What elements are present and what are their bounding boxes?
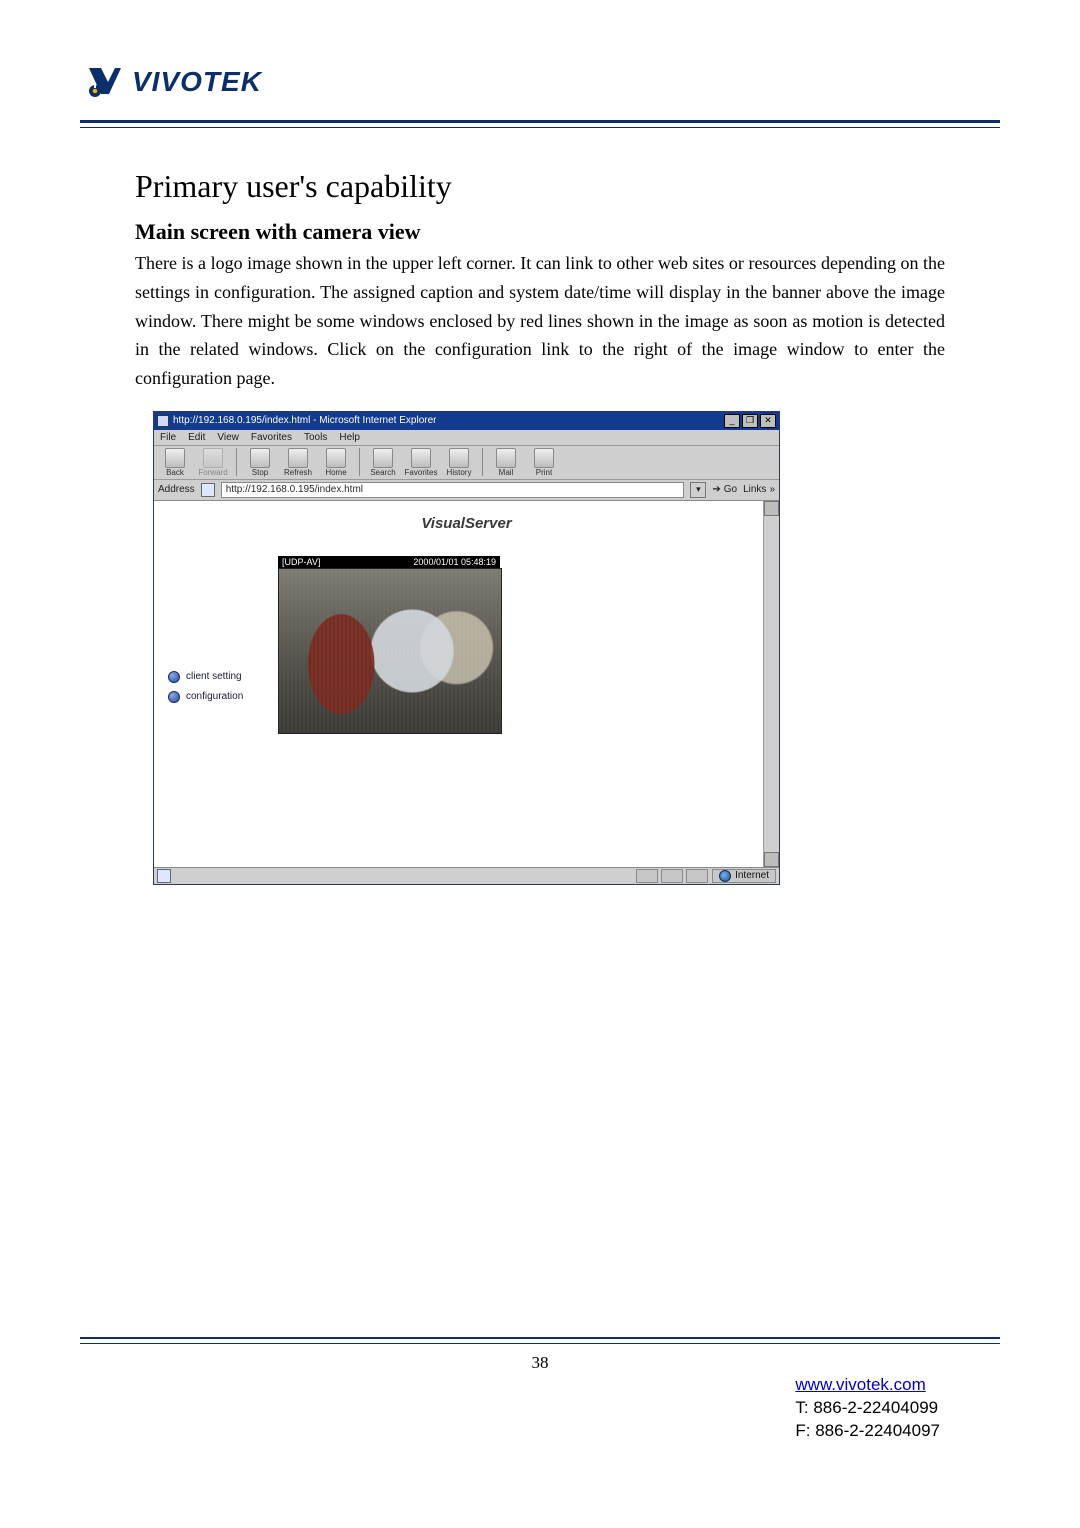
toolbar-home-label: Home <box>325 468 346 477</box>
print-icon <box>534 448 554 468</box>
footer-divider <box>80 1337 1000 1344</box>
footer-contact: www.vivotek.com T: 886-2-22404099 F: 886… <box>795 1374 940 1443</box>
toolbar-search-label: Search <box>370 468 395 477</box>
address-bar: Address ▾ ➔ Go Links » <box>154 480 779 501</box>
camera-timestamp: 2000/01/01 05:48:19 <box>413 557 496 567</box>
status-segments <box>636 869 708 883</box>
toolbar: Back Forward Stop Refresh Home Search Fa… <box>154 445 779 480</box>
toolbar-separator <box>482 448 483 476</box>
window-close-button[interactable]: ✕ <box>760 414 776 428</box>
window-titlebar: http://192.168.0.195/index.html - Micros… <box>154 412 779 430</box>
address-dropdown[interactable]: ▾ <box>690 482 706 498</box>
forward-icon <box>203 448 223 468</box>
toolbar-history-button[interactable]: History <box>442 448 476 477</box>
toolbar-print-label: Print <box>536 468 552 477</box>
status-segment <box>686 869 708 883</box>
scroll-up-button[interactable] <box>764 501 779 516</box>
camera-image <box>278 568 502 734</box>
header-divider <box>80 120 1000 128</box>
toolbar-search-button[interactable]: Search <box>366 448 400 477</box>
status-zone: Internet <box>712 869 776 883</box>
address-label: Address <box>158 484 195 495</box>
toolbar-favorites-button[interactable]: Favorites <box>404 448 438 477</box>
ie-window: http://192.168.0.195/index.html - Micros… <box>153 411 780 885</box>
toolbar-separator <box>359 448 360 476</box>
window-title: http://192.168.0.195/index.html - Micros… <box>173 415 436 426</box>
status-segment <box>661 869 683 883</box>
subsection-title: Main screen with camera view <box>135 219 945 245</box>
menu-view[interactable]: View <box>217 432 239 443</box>
camera-overlay-bar: [UDP-AV] 2000/01/01 05:48:19 <box>278 556 500 568</box>
mail-icon <box>496 448 516 468</box>
brand-logo: VIVOTEK <box>86 64 1000 100</box>
toolbar-stop-button[interactable]: Stop <box>243 448 277 477</box>
menu-file[interactable]: File <box>160 432 176 443</box>
go-label: Go <box>724 484 737 495</box>
page-icon <box>201 483 215 497</box>
toolbar-home-button[interactable]: Home <box>319 448 353 477</box>
home-icon <box>326 448 346 468</box>
sidebar-item-client-setting[interactable]: client setting <box>168 671 243 683</box>
brand-mark-icon <box>86 64 122 100</box>
stop-icon <box>250 448 270 468</box>
footer-fax: F: 886-2-22404097 <box>795 1421 940 1440</box>
toolbar-forward-label: Forward <box>198 468 227 477</box>
globe-icon <box>719 870 731 882</box>
window-maximize-button[interactable]: ❐ <box>742 414 758 428</box>
toolbar-separator <box>236 448 237 476</box>
links-button[interactable]: Links » <box>743 484 775 495</box>
toolbar-back-label: Back <box>166 468 184 477</box>
back-icon <box>165 448 185 468</box>
favorites-icon <box>411 448 431 468</box>
status-segment <box>636 869 658 883</box>
toolbar-stop-label: Stop <box>252 468 268 477</box>
ie-icon <box>157 415 169 427</box>
toolbar-back-button[interactable]: Back <box>158 448 192 477</box>
status-bar: Internet <box>154 867 779 884</box>
toolbar-favorites-label: Favorites <box>405 468 438 477</box>
toolbar-forward-button[interactable]: Forward <box>196 448 230 477</box>
bullet-icon <box>168 671 180 683</box>
search-icon <box>373 448 393 468</box>
embedded-screenshot: http://192.168.0.195/index.html - Micros… <box>153 411 780 885</box>
sidebar-item-label: client setting <box>186 671 242 682</box>
menu-tools[interactable]: Tools <box>304 432 327 443</box>
footer-tel: T: 886-2-22404099 <box>795 1398 938 1417</box>
brand-name: VIVOTEK <box>132 66 262 98</box>
chevron-right-icon: » <box>769 484 775 495</box>
menu-favorites[interactable]: Favorites <box>251 432 292 443</box>
menu-bar: File Edit View Favorites Tools Help <box>154 430 779 445</box>
scroll-down-button[interactable] <box>764 852 779 867</box>
sidebar-item-label: configuration <box>186 691 243 702</box>
status-page-icon <box>157 869 171 883</box>
go-button[interactable]: ➔ Go <box>712 484 737 495</box>
body-paragraph: There is a logo image shown in the upper… <box>135 249 945 393</box>
menu-edit[interactable]: Edit <box>188 432 205 443</box>
address-input[interactable] <box>221 482 685 498</box>
bullet-icon <box>168 691 180 703</box>
history-icon <box>449 448 469 468</box>
camera-protocol: [UDP-AV] <box>282 557 320 567</box>
section-title: Primary user's capability <box>135 168 945 205</box>
page-number: 38 <box>0 1353 1080 1373</box>
page-body: VisualServer client setting configuratio… <box>154 501 779 867</box>
toolbar-history-label: History <box>447 468 472 477</box>
vertical-scrollbar[interactable] <box>763 501 779 867</box>
toolbar-refresh-label: Refresh <box>284 468 312 477</box>
sidebar-item-configuration[interactable]: configuration <box>168 691 243 703</box>
refresh-icon <box>288 448 308 468</box>
menu-help[interactable]: Help <box>339 432 360 443</box>
window-minimize-button[interactable]: _ <box>724 414 740 428</box>
go-icon: ➔ <box>712 484 720 495</box>
sidebar: client setting configuration <box>168 671 243 711</box>
footer-url-link[interactable]: www.vivotek.com <box>795 1375 925 1394</box>
toolbar-refresh-button[interactable]: Refresh <box>281 448 315 477</box>
toolbar-mail-label: Mail <box>499 468 514 477</box>
toolbar-print-button[interactable]: Print <box>527 448 561 477</box>
toolbar-mail-button[interactable]: Mail <box>489 448 523 477</box>
camera-panel: [UDP-AV] 2000/01/01 05:48:19 <box>278 556 500 734</box>
page-banner-title: VisualServer <box>154 515 779 532</box>
links-label: Links <box>743 484 766 495</box>
status-zone-label: Internet <box>735 870 769 881</box>
